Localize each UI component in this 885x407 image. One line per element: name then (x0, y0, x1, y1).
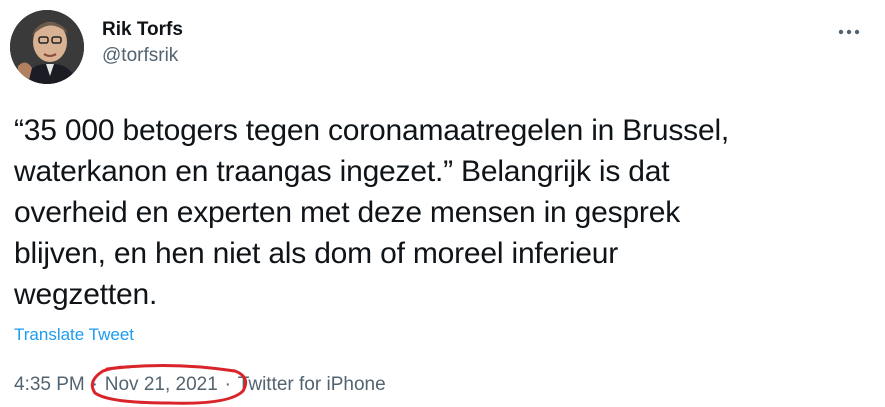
avatar-image (10, 10, 84, 84)
more-options-icon (838, 29, 860, 35)
tweet-card: Rik Torfs @torfsrik “35 000 betogers teg… (0, 0, 885, 405)
tweet-source[interactable]: Twitter for iPhone (238, 373, 386, 397)
more-options-button[interactable] (835, 22, 863, 42)
tweet-text: “35 000 betogers tegen coronamaatregelen… (14, 114, 730, 311)
meta-separator: · (91, 374, 98, 395)
author-handle[interactable]: @torfsrik (102, 44, 183, 68)
tweet-time[interactable]: 4:35 PM (14, 373, 85, 397)
author-display-name[interactable]: Rik Torfs (102, 18, 183, 42)
translate-tweet-link[interactable]: Translate Tweet (14, 324, 134, 346)
avatar[interactable] (10, 10, 84, 84)
tweet-meta: 4:35 PM · Nov 21, 2021 · Twitter for iPh… (14, 363, 386, 405)
meta-separator: · (224, 374, 231, 395)
tweet-date[interactable]: Nov 21, 2021 (90, 363, 247, 405)
author-info: Rik Torfs @torfsrik (102, 18, 183, 68)
tweet-date-text: Nov 21, 2021 (104, 374, 218, 395)
